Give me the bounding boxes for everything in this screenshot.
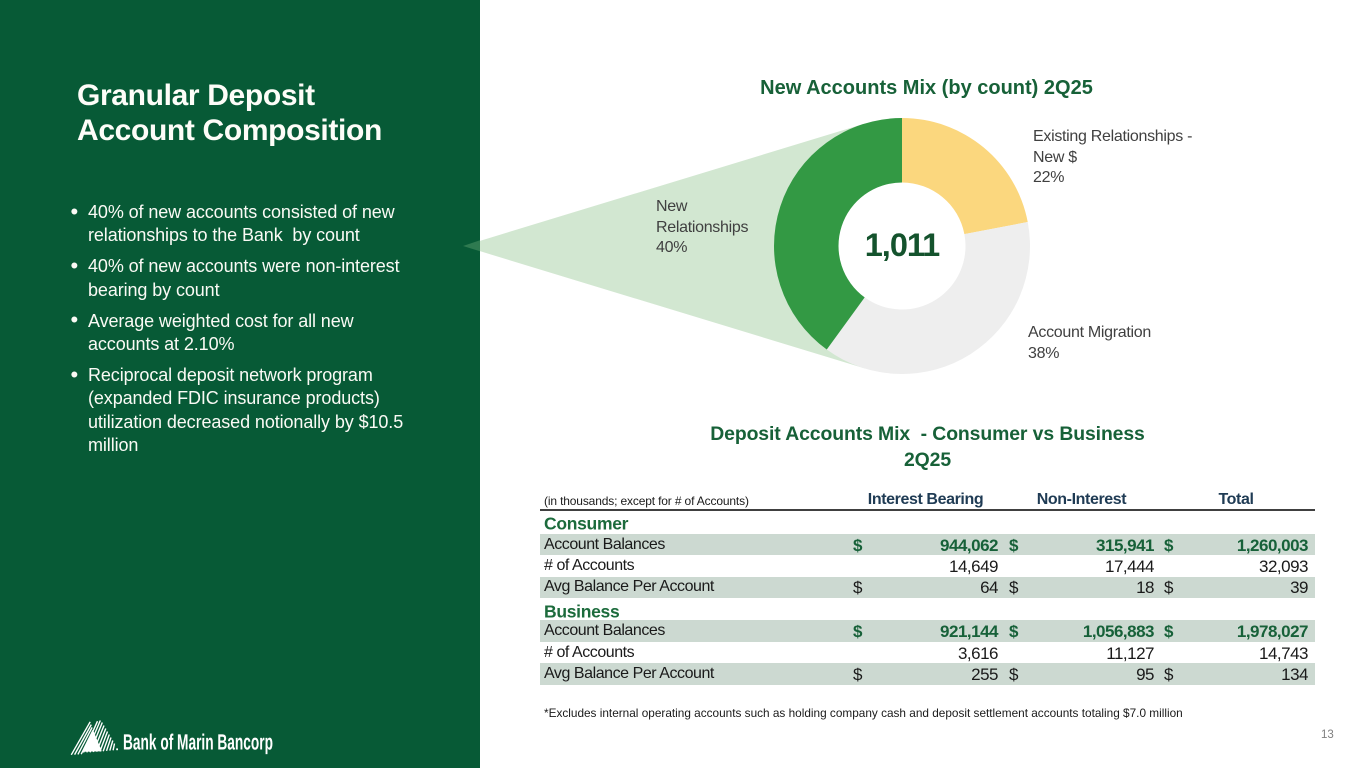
svg-text:Bank of Marin Bancorp: Bank of Marin Bancorp bbox=[123, 730, 273, 755]
